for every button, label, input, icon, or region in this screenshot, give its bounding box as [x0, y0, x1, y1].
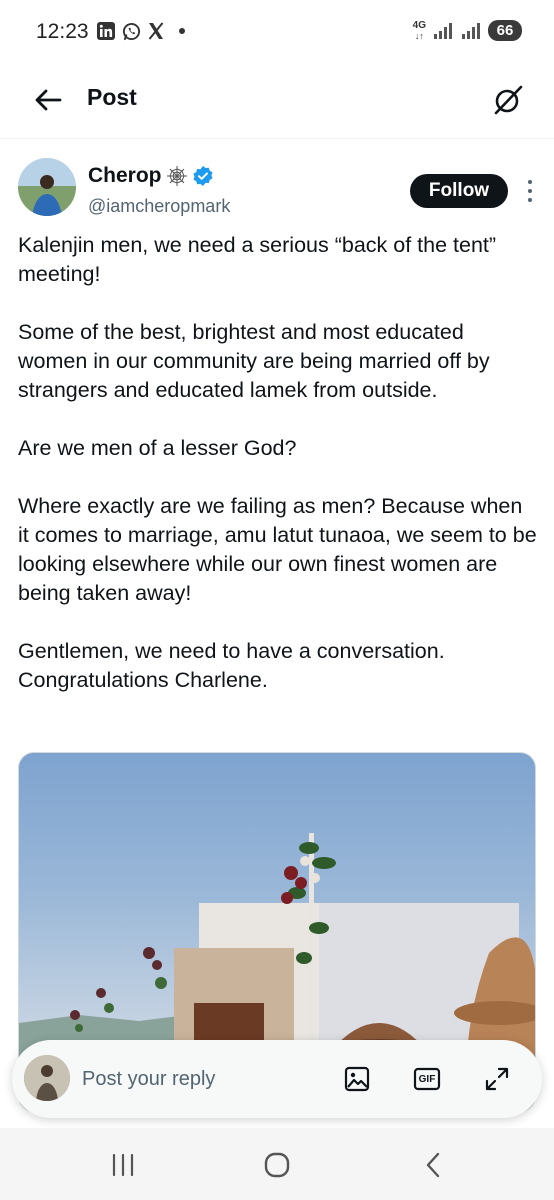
author-avatar[interactable] — [18, 158, 76, 216]
more-options-button[interactable] — [520, 180, 540, 202]
reply-input[interactable]: Post your reply — [82, 1068, 215, 1091]
gif-button[interactable]: GIF — [412, 1064, 442, 1094]
tweet-paragraph: Kalenjin men, we need a serious “back of… — [18, 233, 497, 286]
status-time: 12:23 — [36, 20, 89, 43]
follow-button[interactable]: Follow — [410, 174, 508, 208]
header-divider — [0, 138, 554, 139]
grok-icon — [494, 85, 523, 115]
recent-apps-button[interactable] — [108, 1150, 138, 1180]
chevron-left-icon — [426, 1152, 440, 1178]
verified-badge-icon — [193, 166, 212, 186]
more-dot-icon — [528, 189, 532, 193]
system-nav-bar — [0, 1128, 554, 1200]
network-type-icon: 4G ↓↑ — [412, 19, 426, 41]
linkedin-icon — [96, 21, 116, 41]
more-notifications-dot — [179, 28, 185, 34]
home-icon — [264, 1152, 290, 1178]
signal-icon-2 — [462, 22, 480, 39]
more-dot-icon — [528, 180, 532, 184]
page-title: Post — [87, 84, 137, 110]
avatar-photo — [18, 158, 76, 216]
whatsapp-icon — [121, 21, 141, 41]
tweet-text: Kalenjin men, we need a serious “back of… — [18, 231, 538, 724]
author-name-row[interactable]: Cherop — [88, 164, 214, 188]
image-icon — [344, 1066, 370, 1092]
gif-label: GIF — [418, 1073, 436, 1085]
user-avatar — [24, 1055, 70, 1101]
add-image-button[interactable] — [342, 1064, 372, 1094]
more-dot-icon — [528, 198, 532, 202]
grok-button[interactable] — [488, 80, 528, 120]
nav-back-button[interactable] — [418, 1150, 448, 1180]
spiderweb-icon — [166, 166, 187, 186]
tweet-paragraph: Gentlemen, we need to have a conversatio… — [18, 639, 445, 692]
tweet-paragraph: Are we men of a lesser God? — [18, 436, 297, 460]
battery-indicator: 66 — [488, 20, 522, 41]
recent-apps-icon — [112, 1153, 134, 1177]
signal-icon-1 — [434, 22, 452, 39]
tweet-paragraph: Some of the best, brightest and most edu… — [18, 320, 490, 402]
status-bar: 12:23 4G ↓↑ 66 — [0, 0, 554, 64]
expand-icon — [485, 1067, 509, 1091]
arrow-left-icon — [35, 89, 62, 111]
system-status: 4G ↓↑ 66 — [413, 20, 522, 41]
home-button[interactable] — [262, 1150, 292, 1180]
post-header: Post — [0, 64, 554, 136]
network-label: 4G — [412, 19, 426, 31]
author-handle[interactable]: @iamcheropmark — [88, 196, 230, 217]
tweet-paragraph: Where exactly are we failing as men? Bec… — [18, 494, 537, 605]
expand-composer-button[interactable] — [482, 1064, 512, 1094]
author-name[interactable]: Cherop — [88, 164, 162, 188]
back-button[interactable] — [30, 82, 66, 118]
x-icon — [146, 21, 166, 41]
notification-icons — [96, 21, 185, 41]
reply-composer[interactable]: Post your reply GIF — [12, 1040, 542, 1118]
